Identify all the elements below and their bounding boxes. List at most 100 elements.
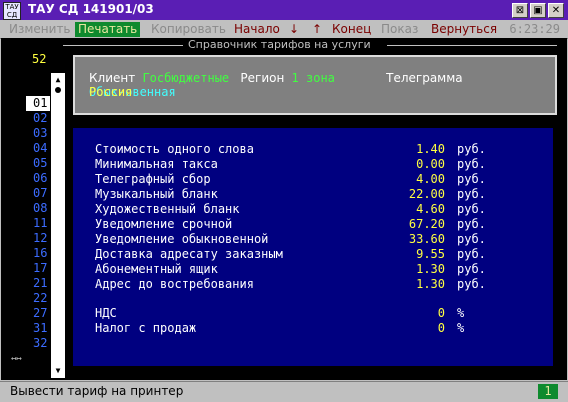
status-count-badge: 1 — [538, 384, 558, 399]
status-bar: Вывести тариф на принтер 1 — [0, 381, 568, 402]
code-item[interactable]: 21 — [19, 276, 49, 291]
tariff-value: 0 — [437, 321, 445, 335]
menu-print[interactable]: Печатать — [75, 22, 141, 37]
frame-header: Справочник тарифов на услуги — [1, 38, 567, 52]
tariff-name: Художественный бланк — [95, 202, 240, 216]
code-item[interactable]: 27 — [19, 306, 49, 321]
client-label: Клиент — [89, 71, 136, 85]
tariff-value: 9.55 — [416, 247, 445, 261]
menu-up[interactable]: ↑ — [309, 22, 325, 37]
tariff-unit: руб. — [457, 277, 486, 291]
country-value: Россия — [89, 85, 133, 99]
code-item[interactable]: 07 — [19, 186, 49, 201]
code-item[interactable]: 32 — [19, 336, 49, 351]
tariff-row: Доставка адресату заказным 9.55 руб. — [95, 247, 545, 262]
code-item[interactable]: 02 — [19, 111, 49, 126]
frame-line-left — [63, 45, 183, 46]
tariff-unit: руб. — [457, 232, 486, 246]
tariff-name: Уведомление срочной — [95, 217, 233, 231]
menu-start[interactable]: Начало — [231, 22, 283, 37]
scroll-up-icon[interactable]: ▲ — [51, 73, 65, 87]
code-list[interactable]: 01 02 03 04 05 06 07 08 11 12 16 17 21 22 27 31 32 — [19, 96, 50, 351]
tariff-row: Минимальная такса 0.00 руб. — [95, 157, 545, 172]
code-item[interactable]: 04 — [19, 141, 49, 156]
code-item[interactable]: 06 — [19, 171, 49, 186]
tariff-name: Музыкальный бланк — [95, 187, 218, 201]
menu-edit[interactable]: Изменить — [6, 22, 74, 37]
code-item[interactable]: 16 — [19, 246, 49, 261]
tariff-name: Стоимость одного слова — [95, 142, 254, 156]
tariff-unit: руб. — [457, 157, 486, 171]
clock: 6:23:29 — [509, 22, 560, 36]
menu-copy[interactable]: Копировать — [148, 22, 229, 37]
restore-icon[interactable]: ▣ — [530, 3, 546, 18]
tariff-row: Налог с продаж 0% — [95, 321, 545, 336]
tariff-name: Налог с продаж — [95, 321, 197, 335]
close-icon[interactable]: ✕ — [548, 3, 564, 18]
code-item[interactable]: 11 — [19, 216, 49, 231]
menu-bar: Изменить Печатать Копировать Начало ↓ ↑ … — [0, 21, 568, 39]
code-item[interactable]: 12 — [19, 231, 49, 246]
tariff-row: Телеграфный сбор 4.00 руб. — [95, 172, 545, 187]
tariff-row: Музыкальный бланк 22.00 руб. — [95, 187, 545, 202]
tariff-value: 1.30 — [416, 277, 445, 291]
tariff-unit: руб. — [457, 262, 486, 276]
scroll-thumb[interactable] — [55, 87, 61, 93]
type-value: Телеграмма — [386, 71, 463, 85]
tariff-value: 1.30 — [416, 262, 445, 276]
info-panel: Клиент Госбюджетные Регион 1 зона Телегр… — [73, 55, 557, 115]
frame-line-right — [387, 45, 557, 46]
tariff-name: Абонементный ящик — [95, 262, 218, 276]
tariff-value: 33.60 — [408, 232, 445, 246]
tariff-unit: руб. — [457, 187, 486, 201]
tariff-value: 0.00 — [416, 157, 445, 171]
tariff-unit: руб. — [457, 202, 486, 216]
code-item[interactable]: 05 — [19, 156, 49, 171]
tariff-name: Телеграфный сбор — [95, 172, 211, 186]
window-title: ТАУ СД 141901/03 — [28, 2, 154, 16]
client-value: Госбюджетные — [142, 71, 230, 85]
tariff-value: 4.00 — [416, 172, 445, 186]
app-icon[interactable]: ТАУ СД — [3, 2, 21, 20]
tariff-unit: руб. — [457, 172, 486, 186]
maximize-icon[interactable]: ⊠ — [512, 3, 528, 18]
tariff-unit: руб. — [457, 247, 486, 261]
menu-return[interactable]: Вернуться — [428, 22, 500, 37]
title-bar: ТАУ СД ТАУ СД 141901/03 ⊠ ▣ ✕ — [0, 0, 568, 20]
tariff-unit: руб. — [457, 142, 486, 156]
scroll-down-icon[interactable]: ▼ — [51, 364, 65, 378]
menu-end[interactable]: Конец — [329, 22, 374, 37]
tariff-row: Уведомление обыкновенной 33.60 руб. — [95, 232, 545, 247]
region-value: 1 зона — [291, 71, 335, 85]
horizontal-scroll-icon[interactable]: ↤↦ — [11, 354, 22, 364]
record-count: 52 — [32, 52, 47, 66]
code-item[interactable]: 22 — [19, 291, 49, 306]
info-row: Клиент Госбюджетные Регион 1 зона Телегр… — [89, 71, 555, 99]
menu-show[interactable]: Показ — [378, 22, 421, 37]
tariff-value: 1.40 — [416, 142, 445, 156]
tariff-value: 4.60 — [416, 202, 445, 216]
frame-title: Справочник тарифов на услуги — [186, 38, 373, 51]
vertical-scrollbar[interactable]: ▲ ▼ — [51, 73, 65, 378]
tariff-unit: % — [457, 306, 465, 320]
tariff-value: 22.00 — [408, 187, 445, 201]
tariff-value: 67.20 — [408, 217, 445, 231]
workspace: Справочник тарифов на услуги 52 01 02 03 04… — [1, 38, 567, 380]
tariff-row: Уведомление срочной 67.20 руб. — [95, 217, 545, 232]
tariff-name: Уведомление обыкновенной — [95, 232, 269, 246]
code-item[interactable]: 17 — [19, 261, 49, 276]
code-item[interactable]: 08 — [19, 201, 49, 216]
code-item[interactable]: 31 — [19, 321, 49, 336]
tariff-row: НДС 0% — [95, 306, 545, 321]
status-text: Вывести тариф на принтер — [10, 384, 184, 398]
info-row-country: Россия — [89, 85, 132, 99]
tariff-name: НДС — [95, 306, 117, 320]
code-item[interactable]: 03 — [19, 126, 49, 141]
tariff-name: Доставка адресату заказным — [95, 247, 283, 261]
tariff-row: Художественный бланк 4.60 руб. — [95, 202, 545, 217]
region-label: Регион — [240, 71, 285, 85]
tariff-name: Адрес до востребования — [95, 277, 254, 291]
code-item[interactable]: 01 — [26, 96, 50, 111]
menu-down[interactable]: ↓ — [286, 22, 302, 37]
tariff-row: Стоимость одного слова 1.40 руб. — [95, 142, 545, 157]
